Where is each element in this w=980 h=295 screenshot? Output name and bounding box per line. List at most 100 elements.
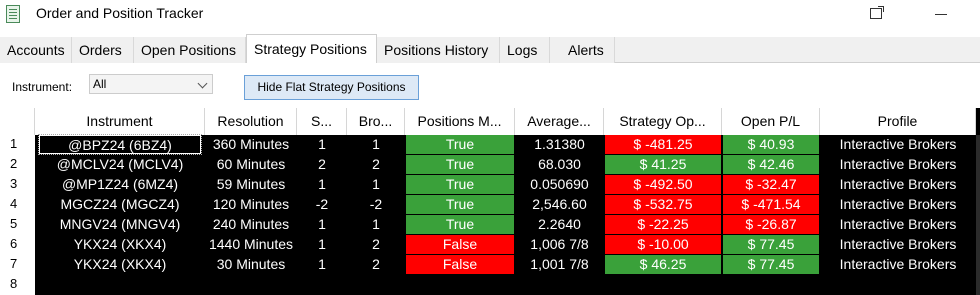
tab-orders[interactable]: Orders bbox=[72, 37, 134, 63]
cell-open-pl[interactable]: $ -471.54 bbox=[723, 195, 819, 214]
cell-s[interactable]: 1 bbox=[297, 175, 347, 194]
tab-accounts[interactable]: Accounts bbox=[0, 37, 72, 63]
vertical-scrollbar[interactable] bbox=[976, 135, 980, 295]
cell-resolution[interactable]: 360 Minutes bbox=[205, 135, 297, 154]
cell-s[interactable]: 2 bbox=[297, 155, 347, 174]
maximize-icon[interactable] bbox=[870, 6, 884, 19]
tab-alerts[interactable]: Alerts bbox=[550, 37, 615, 63]
cell-instrument[interactable]: @MCLV24 (MCLV4) bbox=[39, 155, 201, 174]
tab-bar: Accounts Orders Open Positions Strategy … bbox=[0, 34, 980, 64]
column-header-resolution[interactable]: Resolution bbox=[205, 108, 297, 135]
cell-strategy-pl[interactable]: $ -10.00 bbox=[605, 235, 721, 254]
cell-resolution[interactable]: 59 Minutes bbox=[205, 175, 297, 194]
cell-profile[interactable]: Interactive Brokers bbox=[820, 215, 976, 234]
cell-bro[interactable]: 1 bbox=[347, 135, 405, 154]
cell-bro[interactable]: 2 bbox=[347, 255, 405, 274]
cell-open-pl[interactable]: $ -32.47 bbox=[723, 175, 819, 194]
column-header-average[interactable]: Average... bbox=[515, 108, 604, 135]
cell-positions-match[interactable]: True bbox=[406, 135, 514, 154]
cell-open-pl[interactable]: $ 77.45 bbox=[723, 255, 819, 274]
column-header-profile[interactable]: Profile bbox=[820, 108, 976, 135]
tab-strategy-positions[interactable]: Strategy Positions bbox=[246, 34, 377, 64]
cell-profile[interactable]: Interactive Brokers bbox=[820, 155, 976, 174]
instrument-select[interactable]: All bbox=[89, 74, 213, 94]
cell-resolution[interactable]: 60 Minutes bbox=[205, 155, 297, 174]
cell-average[interactable]: 0.050690 bbox=[515, 175, 604, 194]
hide-flat-positions-button[interactable]: Hide Flat Strategy Positions bbox=[244, 75, 419, 100]
chevron-down-icon bbox=[197, 78, 208, 89]
cell-s[interactable]: 1 bbox=[297, 235, 347, 254]
cell-positions-match[interactable]: True bbox=[406, 215, 514, 234]
title-bar: Order and Position Tracker bbox=[0, 0, 980, 30]
row-number[interactable]: 2 bbox=[10, 156, 17, 171]
cell-bro[interactable]: 2 bbox=[347, 235, 405, 254]
cell-strategy-pl[interactable]: $ -481.25 bbox=[605, 135, 721, 154]
cell-resolution[interactable]: 240 Minutes bbox=[205, 215, 297, 234]
cell-strategy-pl[interactable]: $ 46.25 bbox=[605, 255, 721, 274]
cell-profile[interactable]: Interactive Brokers bbox=[820, 135, 976, 154]
cell-s[interactable]: 1 bbox=[297, 135, 347, 154]
cell-instrument[interactable]: YKX24 (XKX4) bbox=[39, 255, 201, 274]
row-number[interactable]: 3 bbox=[10, 176, 17, 191]
cell-resolution[interactable]: 120 Minutes bbox=[205, 195, 297, 214]
row-number[interactable]: 4 bbox=[10, 196, 17, 211]
cell-instrument[interactable]: @MP1Z24 (6MZ4) bbox=[39, 175, 201, 194]
cell-positions-match[interactable]: False bbox=[406, 235, 514, 254]
cell-open-pl[interactable]: $ -26.87 bbox=[723, 215, 819, 234]
column-header-strategy-pl[interactable]: Strategy Op... bbox=[604, 108, 722, 135]
cell-positions-match[interactable]: True bbox=[406, 175, 514, 194]
cell-open-pl[interactable]: $ 77.45 bbox=[723, 235, 819, 254]
cell-resolution[interactable]: 30 Minutes bbox=[205, 255, 297, 274]
tab-open-positions[interactable]: Open Positions bbox=[134, 37, 246, 63]
cell-positions-match[interactable]: True bbox=[406, 155, 514, 174]
cell-strategy-pl[interactable]: $ -532.75 bbox=[605, 195, 721, 214]
spreadsheet-icon bbox=[6, 5, 20, 23]
cell-average[interactable]: 1,001 7/8 bbox=[515, 255, 604, 274]
cell-instrument[interactable]: @BPZ24 (6BZ4) bbox=[38, 134, 202, 155]
cell-resolution[interactable]: 1440 Minutes bbox=[205, 235, 297, 254]
column-header-instrument[interactable]: Instrument bbox=[35, 108, 205, 135]
tab-positions-history[interactable]: Positions History bbox=[377, 37, 500, 63]
cell-strategy-pl[interactable]: $ 41.25 bbox=[605, 155, 721, 174]
cell-average[interactable]: 2,546.60 bbox=[515, 195, 604, 214]
strategy-positions-grid: 12345678 Instrument Resolution S... Bro... P… bbox=[0, 108, 980, 295]
row-number[interactable]: 1 bbox=[10, 136, 17, 151]
cell-instrument[interactable]: YKX24 (XKX4) bbox=[39, 235, 201, 254]
cell-profile[interactable]: Interactive Brokers bbox=[820, 195, 976, 214]
row-number[interactable]: 5 bbox=[10, 216, 17, 231]
cell-average[interactable]: 2.2640 bbox=[515, 215, 604, 234]
column-header-positions-match[interactable]: Positions M... bbox=[405, 108, 515, 135]
cell-open-pl[interactable]: $ 42.46 bbox=[723, 155, 819, 174]
cell-instrument[interactable]: MGCZ24 (MGCZ4) bbox=[39, 195, 201, 214]
row-number-column: 1 2 3 4 5 6 7 8 bbox=[0, 108, 35, 295]
cell-strategy-pl[interactable]: $ -492.50 bbox=[605, 175, 721, 194]
column-header-s[interactable]: S... bbox=[297, 108, 347, 135]
column-header-bro[interactable]: Bro... bbox=[347, 108, 405, 135]
cell-bro[interactable]: 1 bbox=[347, 175, 405, 194]
cell-s[interactable]: -2 bbox=[297, 195, 347, 214]
cell-open-pl[interactable]: $ 40.93 bbox=[723, 135, 819, 154]
cell-bro[interactable]: -2 bbox=[347, 195, 405, 214]
tab-logs[interactable]: Logs bbox=[500, 37, 550, 63]
cell-positions-match[interactable]: False bbox=[406, 255, 514, 274]
cell-bro[interactable]: 2 bbox=[347, 155, 405, 174]
cell-profile[interactable]: Interactive Brokers bbox=[820, 235, 976, 254]
cell-average[interactable]: 1.31380 bbox=[515, 135, 604, 154]
cell-s[interactable]: 1 bbox=[297, 255, 347, 274]
cell-average[interactable]: 68.030 bbox=[515, 155, 604, 174]
cell-bro[interactable]: 1 bbox=[347, 215, 405, 234]
cell-profile[interactable]: Interactive Brokers bbox=[820, 175, 976, 194]
cell-s[interactable]: 1 bbox=[297, 215, 347, 234]
grid-corner bbox=[0, 108, 35, 135]
column-header-open-pl[interactable]: Open P/L bbox=[722, 108, 820, 135]
minimize-icon[interactable] bbox=[935, 14, 947, 15]
instrument-select-value: All bbox=[93, 77, 107, 91]
cell-instrument[interactable]: MNGV24 (MNGV4) bbox=[39, 215, 201, 234]
cell-profile[interactable]: Interactive Brokers bbox=[820, 255, 976, 274]
cell-positions-match[interactable]: True bbox=[406, 195, 514, 214]
row-number[interactable]: 8 bbox=[10, 276, 17, 291]
cell-strategy-pl[interactable]: $ -22.25 bbox=[605, 215, 721, 234]
row-number[interactable]: 7 bbox=[10, 256, 17, 271]
row-number[interactable]: 6 bbox=[10, 236, 17, 251]
cell-average[interactable]: 1,006 7/8 bbox=[515, 235, 604, 254]
